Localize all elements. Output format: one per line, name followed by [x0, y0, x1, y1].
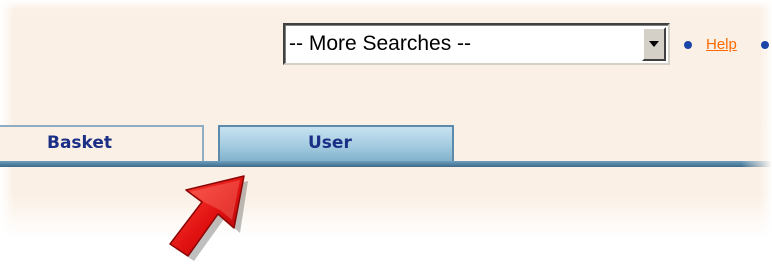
dropdown-button[interactable] [642, 27, 666, 61]
panel-edge-fade-right [760, 0, 772, 238]
bullet-icon [761, 41, 769, 49]
panel-edge-fade-left [0, 0, 14, 238]
more-searches-select-value: -- More Searches -- [289, 32, 472, 55]
pointer-arrow-icon [169, 175, 248, 261]
tab-bar-divider [0, 161, 772, 167]
tab-basket[interactable]: Basket [0, 125, 204, 162]
help-link[interactable]: Help [706, 36, 737, 53]
more-searches-select[interactable]: -- More Searches -- [283, 23, 670, 65]
bullet-icon [684, 41, 692, 49]
chevron-down-icon [649, 41, 659, 47]
tab-user-label: User [308, 133, 352, 153]
panel-edge-fade-top [0, 0, 772, 10]
tab-user[interactable]: User [218, 125, 454, 162]
tab-basket-label: Basket [47, 133, 113, 153]
page: -- More Searches -- Help Basket User [0, 0, 772, 265]
